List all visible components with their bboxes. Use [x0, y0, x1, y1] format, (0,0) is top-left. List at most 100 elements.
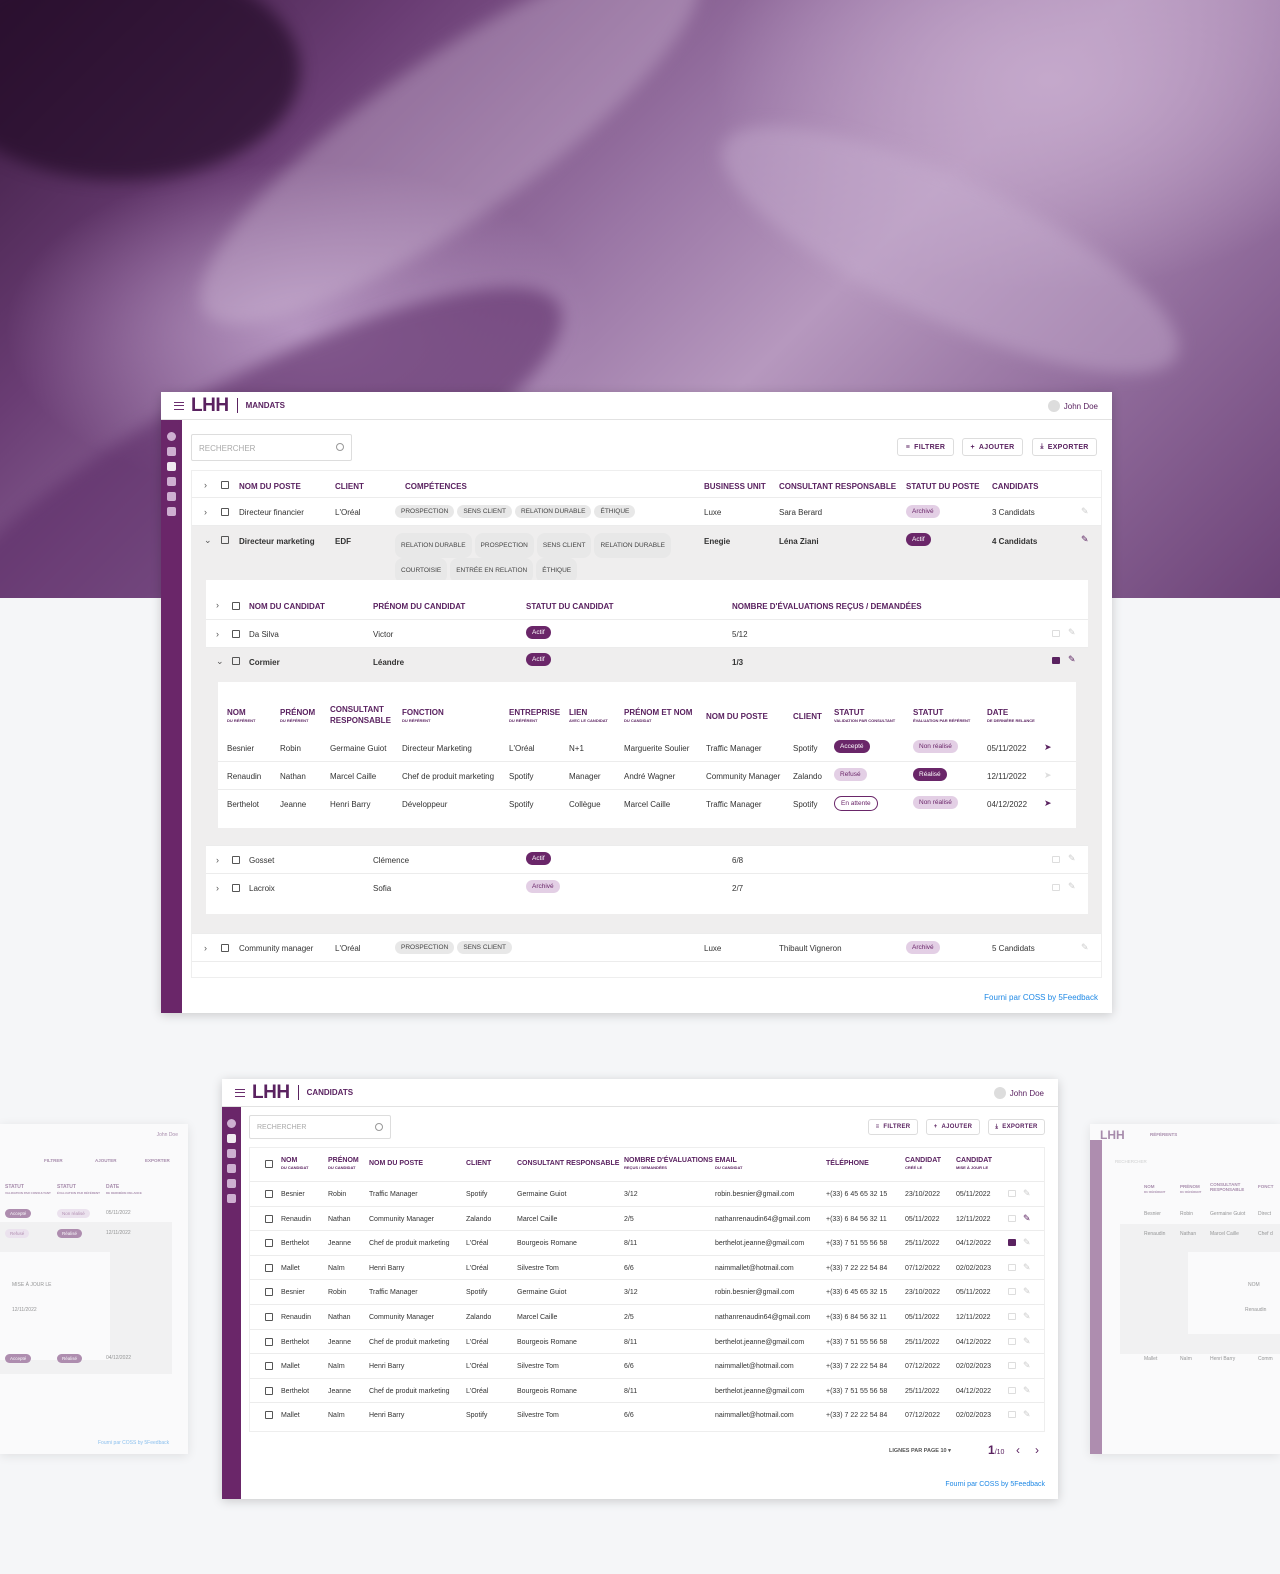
header-prenom[interactable]: PRÉNOM DU CANDIDAT — [328, 1157, 359, 1170]
report-icon[interactable] — [1008, 1263, 1016, 1271]
table-row[interactable]: Berthelot Jeanne Chef de produit marketing… — [250, 1231, 1044, 1256]
edit-icon[interactable]: ✎ — [1081, 942, 1089, 953]
menu-icon[interactable] — [235, 1088, 245, 1097]
row-checkbox[interactable] — [265, 1411, 273, 1420]
table-row[interactable]: Besnier Robin Traffic Manager Spotify Germai… — [250, 1182, 1044, 1207]
table-row-expanded[interactable]: ⌄ Directeur marketing EDF RELATION DURAB… — [192, 526, 1101, 934]
table-row[interactable]: Besnier Robin Traffic Manager Spotify Germai… — [250, 1280, 1044, 1305]
send-icon[interactable]: ➤ — [1044, 770, 1052, 781]
select-all-checkbox[interactable] — [221, 481, 229, 489]
filter-button[interactable]: ≡ FILTRER — [868, 1119, 918, 1135]
header-maj[interactable]: CANDIDAT MISE À JOUR LE — [956, 1157, 992, 1170]
next-page-icon[interactable]: › — [1035, 1443, 1039, 1457]
row-checkbox[interactable] — [265, 1288, 273, 1297]
filter-button[interactable]: ≡ FILTRER — [897, 438, 954, 456]
user-menu[interactable]: John Doe — [993, 1087, 1044, 1099]
edit-icon[interactable]: ✎ — [1023, 1213, 1031, 1224]
chevron-right-icon[interactable]: › — [216, 884, 219, 893]
logo[interactable]: LHH — [191, 395, 229, 417]
header-nom[interactable]: NOM DU RÉFÉRENT — [227, 708, 255, 723]
edit-icon[interactable]: ✎ — [1023, 1360, 1031, 1371]
header-statut-validation[interactable]: STATUT VALIDATION PAR CONSULTANT — [834, 708, 895, 723]
referents-icon[interactable] — [167, 477, 176, 486]
header-statut-evaluation[interactable]: STATUT ÉVALUATION PAR RÉFÉRENT — [913, 708, 970, 723]
referent-row[interactable]: Besnier Robin Germaine Guiot Directeur Mark… — [218, 734, 1076, 762]
header-poste[interactable]: NOM DU POSTE — [369, 1160, 423, 1167]
store-icon[interactable] — [227, 1194, 236, 1203]
add-button[interactable]: + AJOUTER — [926, 1119, 980, 1135]
header-fonction[interactable]: FONCTION DU RÉFÉRENT — [402, 708, 444, 723]
table-row[interactable]: Berthelot Jeanne Chef de produit marketing… — [250, 1330, 1044, 1355]
table-row[interactable]: Berthelot Jeanne Chef de produit marketing… — [250, 1379, 1044, 1404]
header-competences[interactable]: COMPÉTENCES — [405, 482, 467, 491]
header-statut-candidat[interactable]: STATUT DU CANDIDAT — [526, 602, 614, 611]
footer-credit[interactable]: Fourni par COSS by 5Feedback — [945, 1481, 1045, 1488]
header-prenom-candidat[interactable]: PRÉNOM DU CANDIDAT — [373, 602, 465, 611]
candidate-row-expanded[interactable]: ⌄ Cormier Léandre Actif 1/3 ✎ NOM DU RÉFÉ… — [206, 648, 1088, 846]
report-icon[interactable] — [1008, 1288, 1016, 1296]
candidate-row[interactable]: › Da Silva Victor Actif 5/12 ✎ — [206, 620, 1088, 648]
report-icon[interactable] — [1052, 630, 1060, 637]
header-lien[interactable]: LIEN AVEC LE CANDIDAT — [569, 708, 608, 723]
header-date[interactable]: DATE DE DERNIÈRE RELANCE — [987, 708, 1035, 723]
header-consultant[interactable]: CONSULTANT RESPONSABLE — [779, 482, 896, 491]
chevron-right-icon[interactable]: › — [216, 856, 219, 865]
row-checkbox[interactable] — [221, 944, 229, 952]
row-checkbox[interactable] — [265, 1263, 273, 1272]
report-icon[interactable] — [1052, 884, 1060, 891]
send-icon[interactable]: ➤ — [1044, 742, 1052, 753]
report-icon[interactable] — [1008, 1214, 1016, 1222]
row-checkbox[interactable] — [265, 1337, 273, 1346]
select-all-checkbox[interactable] — [265, 1160, 273, 1168]
header-telephone[interactable]: TÉLÉPHONE — [826, 1160, 869, 1167]
logo[interactable]: LHH — [252, 1082, 290, 1104]
candidate-row[interactable]: › Gosset Clémence Actif 6/8 ✎ — [206, 846, 1088, 874]
edit-icon[interactable]: ✎ — [1068, 853, 1076, 864]
add-button[interactable]: + AJOUTER — [962, 438, 1023, 456]
chevron-right-icon[interactable]: › — [216, 630, 219, 639]
report-icon[interactable] — [1052, 856, 1060, 863]
edit-icon[interactable]: ✎ — [1081, 506, 1089, 517]
row-checkbox[interactable] — [265, 1313, 273, 1321]
search-input[interactable]: RECHERCHER — [191, 434, 352, 461]
export-button[interactable]: ⤓ EXPORTER — [1032, 438, 1097, 456]
header-evaluations[interactable]: NOMBRE D'ÉVALUATIONS REÇUS / DEMANDÉES — [732, 602, 922, 611]
referents-icon[interactable] — [227, 1164, 236, 1173]
users-icon[interactable] — [167, 447, 176, 456]
report-icon[interactable] — [1008, 1190, 1016, 1197]
chevron-right-icon[interactable]: › — [204, 944, 207, 953]
header-evaluations[interactable]: NOMBRE D'ÉVALUATIONS REÇUS / DEMANDÉES — [624, 1157, 713, 1170]
row-checkbox[interactable] — [232, 884, 240, 892]
rows-per-page[interactable]: LIGNES PAR PAGE 10 ▾ — [889, 1448, 951, 1454]
chevron-right-icon[interactable]: › — [204, 481, 207, 490]
referent-row[interactable]: Renaudin Nathan Marcel Caille Chef de produ… — [218, 762, 1076, 790]
chevron-right-icon[interactable]: › — [204, 508, 207, 517]
report-icon[interactable] — [1052, 657, 1060, 664]
header-client[interactable]: CLIENT — [335, 482, 364, 491]
table-row[interactable]: › Directeur financier L'Oréal PROSPECTIO… — [192, 498, 1101, 526]
search-icon[interactable] — [375, 1123, 383, 1131]
report-icon[interactable] — [1008, 1239, 1016, 1247]
row-checkbox[interactable] — [221, 508, 229, 516]
store-icon[interactable] — [167, 507, 176, 516]
row-checkbox[interactable] — [265, 1386, 273, 1395]
row-checkbox[interactable] — [265, 1190, 273, 1198]
row-checkbox[interactable] — [265, 1362, 273, 1371]
report-icon[interactable] — [1008, 1386, 1016, 1394]
edit-icon[interactable]: ✎ — [1023, 1311, 1031, 1322]
row-checkbox[interactable] — [232, 630, 240, 638]
header-poste[interactable]: NOM DU POSTE — [706, 712, 768, 721]
prev-page-icon[interactable]: ‹ — [1016, 1443, 1020, 1457]
header-candidats[interactable]: CANDIDATS — [992, 482, 1039, 491]
briefcase-icon[interactable] — [227, 1179, 236, 1188]
table-row[interactable]: Renaudin Nathan Community Manager Zalando Ma… — [250, 1305, 1044, 1330]
header-nom-candidat[interactable]: NOM DU CANDIDAT — [249, 602, 325, 611]
row-checkbox[interactable] — [232, 657, 240, 665]
edit-icon[interactable]: ✎ — [1023, 1188, 1031, 1199]
export-button[interactable]: ⤓ EXPORTER — [988, 1119, 1045, 1135]
edit-icon[interactable]: ✎ — [1081, 534, 1089, 545]
chevron-down-icon[interactable]: ⌄ — [216, 657, 224, 666]
footer-credit[interactable]: Fourni par COSS by 5Feedback — [984, 993, 1098, 1002]
header-prenom-nom[interactable]: PRÉNOM ET NOM DU CANDIDAT — [624, 708, 692, 723]
header-email[interactable]: EMAIL DU CANDIDAT — [715, 1157, 742, 1170]
